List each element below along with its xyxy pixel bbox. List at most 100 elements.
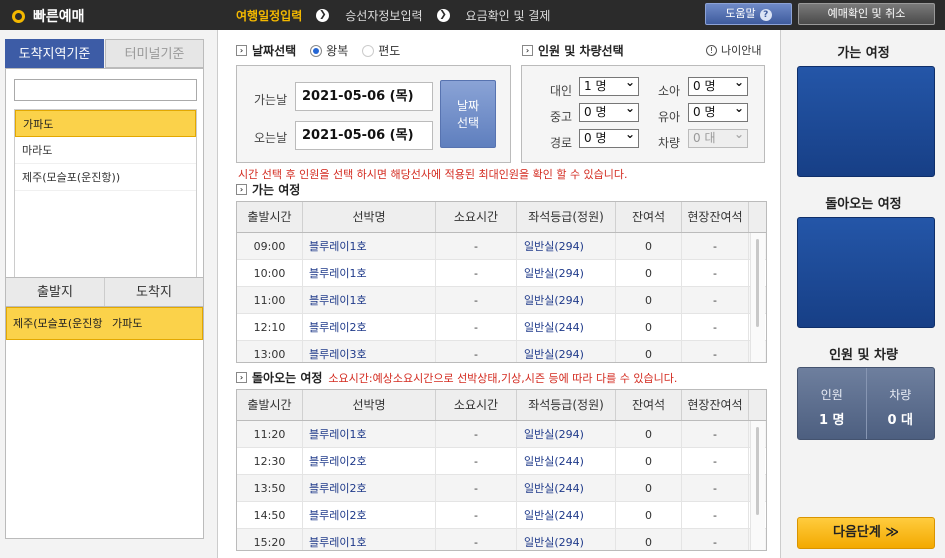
table-cell: - [436, 314, 517, 340]
table-cell: 블루레이1호 [303, 233, 436, 259]
tab-by-terminal[interactable]: 터미널기준 [105, 39, 204, 68]
table-cell: 블루레이2호 [303, 502, 436, 528]
table-cell: - [682, 448, 749, 474]
table-row[interactable]: 11:20 블루레이1호 - 일반실(294) 0- [237, 421, 766, 448]
return-date-label: 오는날 [254, 131, 288, 145]
logo-text: 빠른예매 [33, 9, 85, 25]
route-row[interactable]: 제주(모슬포(운진항 가파도 [6, 307, 203, 340]
outbound-scrollbar[interactable] [750, 233, 765, 362]
table-cell: 0 [616, 287, 682, 313]
inbound-scrollbar[interactable] [750, 421, 765, 550]
child-label: 소아 [658, 84, 681, 98]
table-cell: - [436, 448, 517, 474]
date-select-button[interactable]: 날짜 선택 [440, 80, 496, 148]
return-date-input[interactable]: 2021-05-06 (목) [295, 121, 433, 150]
table-cell: - [682, 475, 749, 501]
table-cell: 13:50 [237, 475, 303, 501]
table-cell: 14:50 [237, 502, 303, 528]
table-cell: 11:00 [237, 287, 303, 313]
child-select[interactable]: 0 명 [688, 74, 748, 96]
table-header: 출발시간 선박명 소요시간 좌석등급(정원) 잔여석 현장잔여석 [237, 202, 766, 233]
radio-round-trip[interactable] [310, 44, 323, 57]
go-date-input[interactable]: 2021-05-06 (목) [295, 82, 433, 111]
table-cell: - [436, 287, 517, 313]
table-cell: 12:10 [237, 314, 303, 340]
table-cell: 블루레이3호 [303, 341, 436, 362]
table-row[interactable]: 09:00 블루레이1호 - 일반실(294) 0- [237, 233, 766, 260]
table-row[interactable]: 14:50 블루레이2호 - 일반실(244) 0- [237, 502, 766, 529]
table-row[interactable]: 11:00 블루레이1호 - 일반실(294) 0- [237, 287, 766, 314]
left-panel: 도착지역기준 터미널기준 가파도 마라도 제주(모슬포(운진항)) 출발지 도착… [0, 30, 218, 558]
main-content: › 날짜선택 왕복 편도 가는날 2021-05-06 (목) 오는날 2021… [219, 30, 779, 558]
next-step-button[interactable]: 다음단계 ≫ [797, 517, 935, 549]
duration-note: 소요시간:예상소요시간으로 선박상태,기상,시즌 등에 따라 다를 수 있습니다… [328, 371, 678, 385]
question-icon: ? [759, 9, 772, 21]
table-row[interactable]: 13:00 블루레이3호 - 일반실(294) 0- [237, 341, 766, 362]
route-to: 가파도 [112, 317, 143, 330]
inbound-table: 출발시간 선박명 소요시간 좌석등급(정원) 잔여석 현장잔여석 11:20 블루… [236, 389, 767, 551]
help-label: 도움말 [725, 7, 756, 20]
list-item[interactable]: 제주(모슬포(운진항)) [15, 164, 196, 191]
infant-label: 유아 [658, 110, 681, 124]
outbound-table: 출발시간 선박명 소요시간 좌석등급(정원) 잔여석 현장잔여석 09:00 블루… [236, 201, 767, 363]
section-arrow-icon: › [236, 45, 247, 56]
booking-check-cancel-button[interactable]: 예매확인 및 취소 [798, 3, 935, 25]
youth-select[interactable]: 0 명 [579, 100, 639, 122]
table-cell: 일반실(294) [517, 233, 616, 259]
vehicle-select: 0 대 [688, 126, 748, 148]
table-row[interactable]: 10:00 블루레이1호 - 일반실(294) 0- [237, 260, 766, 287]
route-box: 출발지 도착지 제주(모슬포(운진항 가파도 [5, 277, 204, 539]
go-date-label: 가는날 [254, 93, 288, 107]
logo-circle-icon [12, 9, 25, 23]
table-cell: 일반실(294) [517, 529, 616, 550]
table-cell: 0 [616, 529, 682, 550]
adult-select[interactable]: 1 명 [579, 74, 639, 96]
table-cell: 블루레이2호 [303, 475, 436, 501]
table-cell: 0 [616, 421, 682, 447]
destination-search-input[interactable] [14, 79, 197, 101]
route-header-to: 도착지 [136, 285, 172, 300]
table-row[interactable]: 12:30 블루레이2호 - 일반실(244) 0- [237, 448, 766, 475]
table-row[interactable]: 15:20 블루레이1호 - 일반실(294) 0- [237, 529, 766, 550]
logo[interactable]: 빠른예매 [12, 6, 85, 26]
section-arrow-icon: › [236, 372, 247, 383]
table-row[interactable]: 13:50 블루레이2호 - 일반실(244) 0- [237, 475, 766, 502]
step-passenger-info: 승선자정보입력 [345, 9, 423, 23]
table-cell: 일반실(244) [517, 475, 616, 501]
section-arrow-icon: › [522, 45, 533, 56]
table-row[interactable]: 12:10 블루레이2호 - 일반실(244) 0- [237, 314, 766, 341]
pax-section-title: › 인원 및 차량선택 [522, 42, 624, 59]
infant-select[interactable]: 0 명 [688, 100, 748, 122]
notice-text: 시간 선택 후 인원을 선택 하시면 해당선사에 적용된 최대인원을 확인 할 … [238, 168, 628, 181]
table-cell: 0 [616, 475, 682, 501]
tab-by-destination[interactable]: 도착지역기준 [5, 39, 104, 68]
top-bar: 빠른예매 여행일정입력 ❯ 승선자정보입력 ❯ 요금확인 및 결제 도움말? 예… [0, 0, 945, 30]
age-guide-link[interactable]: ! 나이안내 [706, 42, 761, 58]
step-trip-schedule: 여행일정입력 [236, 9, 303, 23]
summary-car-count: 차량 0 대 [887, 388, 914, 428]
table-cell: 0 [616, 233, 682, 259]
table-cell: 블루레이1호 [303, 260, 436, 286]
table-cell: - [682, 529, 749, 550]
table-cell: 블루레이2호 [303, 448, 436, 474]
table-cell: 블루레이1호 [303, 421, 436, 447]
help-button[interactable]: 도움말? [705, 3, 792, 25]
table-cell: 0 [616, 260, 682, 286]
senior-select[interactable]: 0 명 [579, 126, 639, 148]
table-cell: 일반실(244) [517, 314, 616, 340]
section-arrow-icon: › [236, 184, 247, 195]
radio-one-way[interactable] [362, 44, 375, 57]
table-cell: 블루레이1호 [303, 287, 436, 313]
summary-pax-card: 인원 1 명 차량 0 대 [797, 367, 935, 440]
table-cell: - [436, 421, 517, 447]
table-cell: 0 [616, 341, 682, 362]
table-cell: 0 [616, 502, 682, 528]
destination-list[interactable]: 가파도 마라도 제주(모슬포(운진항)) [14, 109, 197, 291]
step-indicator: 여행일정입력 ❯ 승선자정보입력 ❯ 요금확인 및 결제 [236, 7, 550, 24]
right-summary-panel: 가는 여정 돌아오는 여정 인원 및 차량 인원 1 명 차량 0 대 다음단계… [780, 30, 945, 558]
summary-return-card [797, 217, 935, 328]
table-cell: 일반실(244) [517, 502, 616, 528]
list-item[interactable]: 마라도 [15, 137, 196, 164]
list-item[interactable]: 가파도 [15, 110, 196, 137]
inbound-title: › 돌아오는 여정 소요시간:예상소요시간으로 선박상태,기상,시즌 등에 따라… [236, 369, 677, 386]
